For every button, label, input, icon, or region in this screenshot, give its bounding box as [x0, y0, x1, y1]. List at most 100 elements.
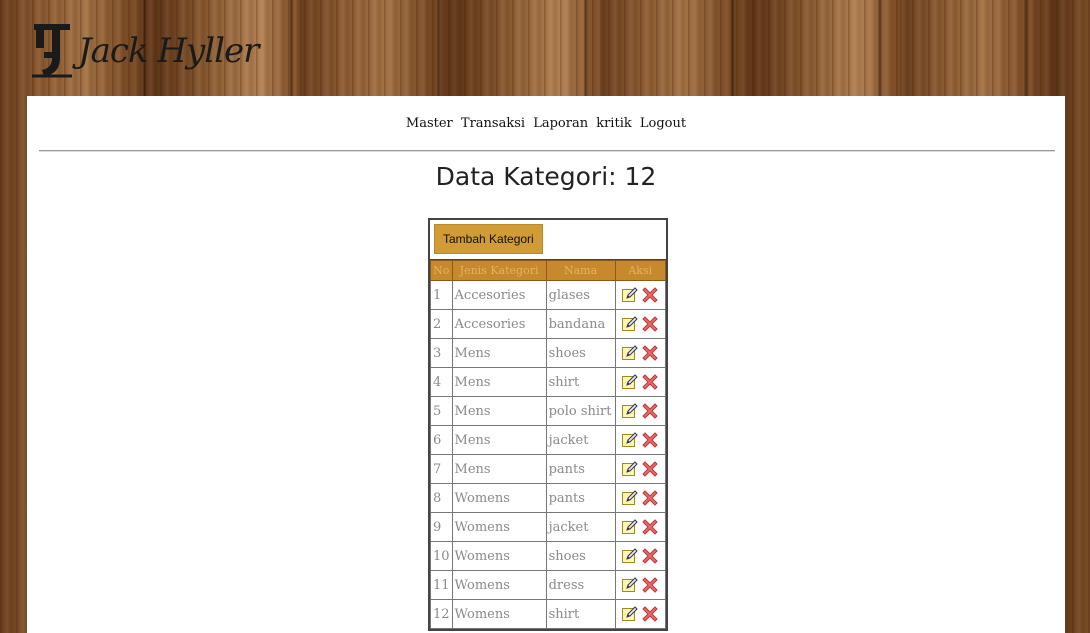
table-row: 8 Womens pants	[430, 483, 666, 513]
delete-icon[interactable]	[641, 489, 659, 507]
cell-nama: jacket	[545, 425, 616, 455]
site-header: Jack Hyller	[0, 0, 1090, 96]
jh-monogram-icon	[30, 18, 74, 80]
cell-aksi	[614, 541, 666, 571]
table-row: 4 Mens shirt	[430, 367, 666, 397]
cell-jenis-kategori: Mens	[451, 396, 547, 426]
cell-no: 2	[430, 309, 453, 339]
edit-icon[interactable]	[621, 576, 639, 594]
edit-icon[interactable]	[621, 315, 639, 333]
cell-aksi	[614, 280, 666, 310]
edit-icon[interactable]	[621, 460, 639, 478]
cell-nama: dress	[545, 570, 616, 600]
col-aksi-header: Aksi	[614, 260, 666, 281]
delete-icon[interactable]	[641, 402, 659, 420]
col-nama-header: Nama	[545, 260, 616, 281]
delete-icon[interactable]	[641, 286, 659, 304]
edit-icon[interactable]	[621, 402, 639, 420]
cell-jenis-kategori: Womens	[451, 541, 547, 571]
cell-aksi	[614, 338, 666, 368]
edit-icon[interactable]	[621, 547, 639, 565]
cell-nama: shirt	[545, 599, 616, 629]
edit-icon[interactable]	[621, 518, 639, 536]
table-row: 3 Mens shoes	[430, 338, 666, 368]
table-row: 2 Accesories bandana	[430, 309, 666, 339]
table-row: 11 Womens dress	[430, 570, 666, 600]
tambah-kategori-button[interactable]: Tambah Kategori	[434, 224, 543, 254]
cell-no: 12	[430, 599, 453, 629]
table-row: 9 Womens jacket	[430, 512, 666, 542]
cell-aksi	[614, 483, 666, 513]
cell-nama: shirt	[545, 367, 616, 397]
table-row: 5 Mens polo shirt	[430, 396, 666, 426]
cell-no: 11	[430, 570, 453, 600]
table-row: 12 Womens shirt	[430, 599, 666, 629]
cell-jenis-kategori: Womens	[451, 483, 547, 513]
cell-no: 9	[430, 512, 453, 542]
table-body: 1 Accesories glases 2 Accesories bandana 3 Mens…	[430, 280, 666, 629]
cell-nama: shoes	[545, 338, 616, 368]
nav-divider	[39, 150, 1055, 152]
delete-icon[interactable]	[641, 315, 659, 333]
table-row: 1 Accesories glases	[430, 280, 666, 310]
nav-laporan[interactable]: Laporan	[533, 116, 588, 131]
content-panel: Master Transaksi Laporan kritik Logout D…	[27, 96, 1065, 633]
table-row: 7 Mens pants	[430, 454, 666, 484]
cell-jenis-kategori: Womens	[451, 512, 547, 542]
cell-aksi	[614, 454, 666, 484]
cell-aksi	[614, 309, 666, 339]
nav-logout[interactable]: Logout	[640, 116, 686, 131]
delete-icon[interactable]	[641, 547, 659, 565]
cell-jenis-kategori: Womens	[451, 570, 547, 600]
delete-icon[interactable]	[641, 605, 659, 623]
table-header-row: No Jenis Kategori Nama Aksi	[430, 260, 666, 281]
cell-no: 7	[430, 454, 453, 484]
cell-aksi	[614, 396, 666, 426]
cell-jenis-kategori: Mens	[451, 367, 547, 397]
delete-icon[interactable]	[641, 518, 659, 536]
kategori-table: No Jenis Kategori Nama Aksi 1 Accesories g…	[430, 260, 666, 629]
cell-nama: pants	[545, 454, 616, 484]
cell-jenis-kategori: Mens	[451, 425, 547, 455]
cell-aksi	[614, 425, 666, 455]
cell-jenis-kategori: Accesories	[451, 280, 547, 310]
delete-icon[interactable]	[641, 344, 659, 362]
site-logo[interactable]: Jack Hyller	[30, 18, 259, 80]
edit-icon[interactable]	[621, 431, 639, 449]
cell-nama: pants	[545, 483, 616, 513]
cell-no: 4	[430, 367, 453, 397]
nav-kritik[interactable]: kritik	[596, 116, 632, 131]
edit-icon[interactable]	[621, 286, 639, 304]
cell-jenis-kategori: Mens	[451, 338, 547, 368]
edit-icon[interactable]	[621, 344, 639, 362]
edit-icon[interactable]	[621, 605, 639, 623]
cell-jenis-kategori: Mens	[451, 454, 547, 484]
page-title: Data Kategori: 12	[435, 162, 657, 191]
table-row: 6 Mens jacket	[430, 425, 666, 455]
delete-icon[interactable]	[641, 460, 659, 478]
cell-nama: bandana	[545, 309, 616, 339]
table-toolbar: Tambah Kategori	[430, 220, 666, 260]
nav-master[interactable]: Master	[406, 116, 453, 131]
delete-icon[interactable]	[641, 373, 659, 391]
cell-aksi	[614, 512, 666, 542]
edit-icon[interactable]	[621, 373, 639, 391]
cell-nama: shoes	[545, 541, 616, 571]
cell-nama: polo shirt	[545, 396, 616, 426]
cell-aksi	[614, 367, 666, 397]
cell-nama: glases	[545, 280, 616, 310]
cell-no: 10	[430, 541, 453, 571]
delete-icon[interactable]	[641, 431, 659, 449]
main-nav: Master Transaksi Laporan kritik Logout	[27, 116, 1065, 131]
nav-transaksi[interactable]: Transaksi	[461, 116, 525, 131]
cell-no: 8	[430, 483, 453, 513]
delete-icon[interactable]	[641, 576, 659, 594]
edit-icon[interactable]	[621, 489, 639, 507]
cell-no: 5	[430, 396, 453, 426]
cell-no: 3	[430, 338, 453, 368]
cell-jenis-kategori: Accesories	[451, 309, 547, 339]
logo-text: Jack Hyller	[78, 31, 259, 71]
cell-nama: jacket	[545, 512, 616, 542]
cell-no: 1	[430, 280, 453, 310]
col-jenis-header: Jenis Kategori	[451, 260, 547, 281]
